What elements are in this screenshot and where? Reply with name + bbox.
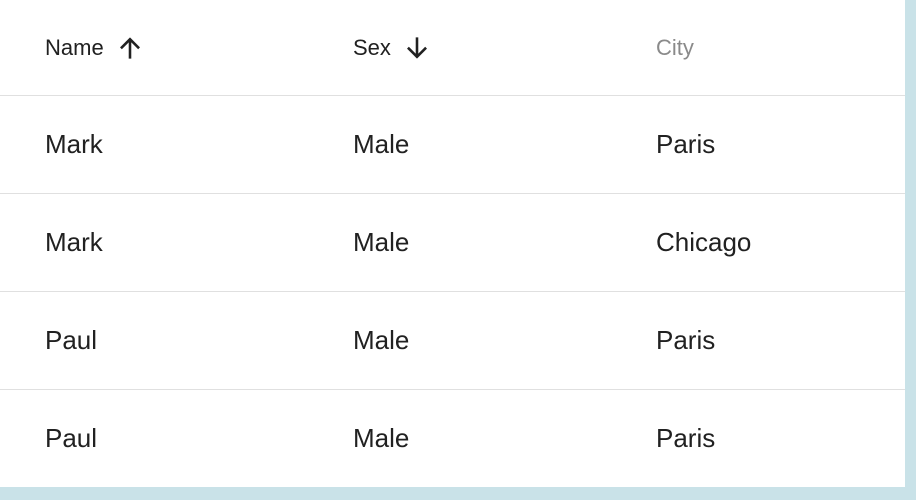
cell-name: Paul: [45, 423, 98, 453]
column-header-name[interactable]: Name: [45, 0, 144, 95]
column-header-label: City: [656, 34, 694, 60]
table-header-row: Name Sex City: [0, 0, 905, 96]
cell-name: Mark: [45, 129, 103, 159]
cell-sex: Male: [353, 423, 410, 453]
arrow-up-icon[interactable]: [116, 34, 144, 62]
column-header-label: Name: [45, 34, 104, 60]
cell-name: Paul: [45, 325, 98, 355]
cell-city: Paris: [656, 325, 716, 355]
column-header-sex[interactable]: Sex: [353, 0, 431, 95]
column-header-city[interactable]: City: [656, 0, 694, 95]
cell-name: Mark: [45, 227, 103, 257]
cell-city: Paris: [656, 423, 716, 453]
data-table: Name Sex City Mark Male Paris Mark Male: [0, 0, 905, 487]
table-row[interactable]: Mark Male Paris: [0, 96, 905, 194]
arrow-down-icon[interactable]: [403, 34, 431, 62]
cell-city: Chicago: [656, 227, 752, 257]
table-row[interactable]: Paul Male Paris: [0, 292, 905, 390]
cell-sex: Male: [353, 227, 410, 257]
cell-city: Paris: [656, 129, 716, 159]
table-row[interactable]: Paul Male Paris: [0, 390, 905, 488]
cell-sex: Male: [353, 129, 410, 159]
cell-sex: Male: [353, 325, 410, 355]
column-header-label: Sex: [353, 34, 391, 60]
table-row[interactable]: Mark Male Chicago: [0, 194, 905, 292]
